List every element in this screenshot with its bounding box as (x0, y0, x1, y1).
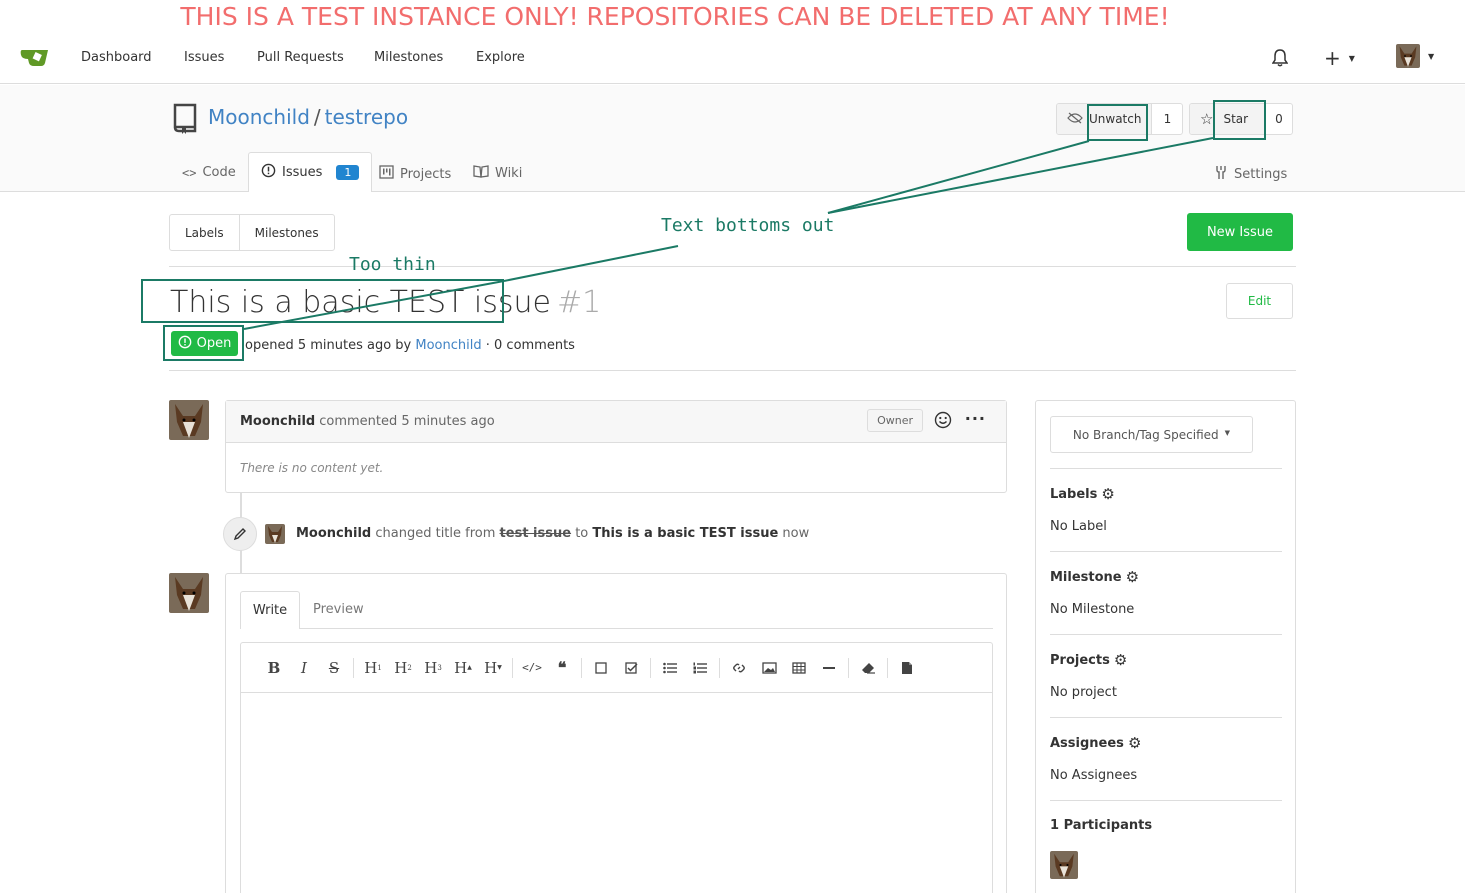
annotation-text-bottoms-out: Text bottoms out (661, 215, 835, 236)
annotation-lines (243, 137, 1214, 330)
annotation-too-thin: Too thin (349, 254, 436, 275)
